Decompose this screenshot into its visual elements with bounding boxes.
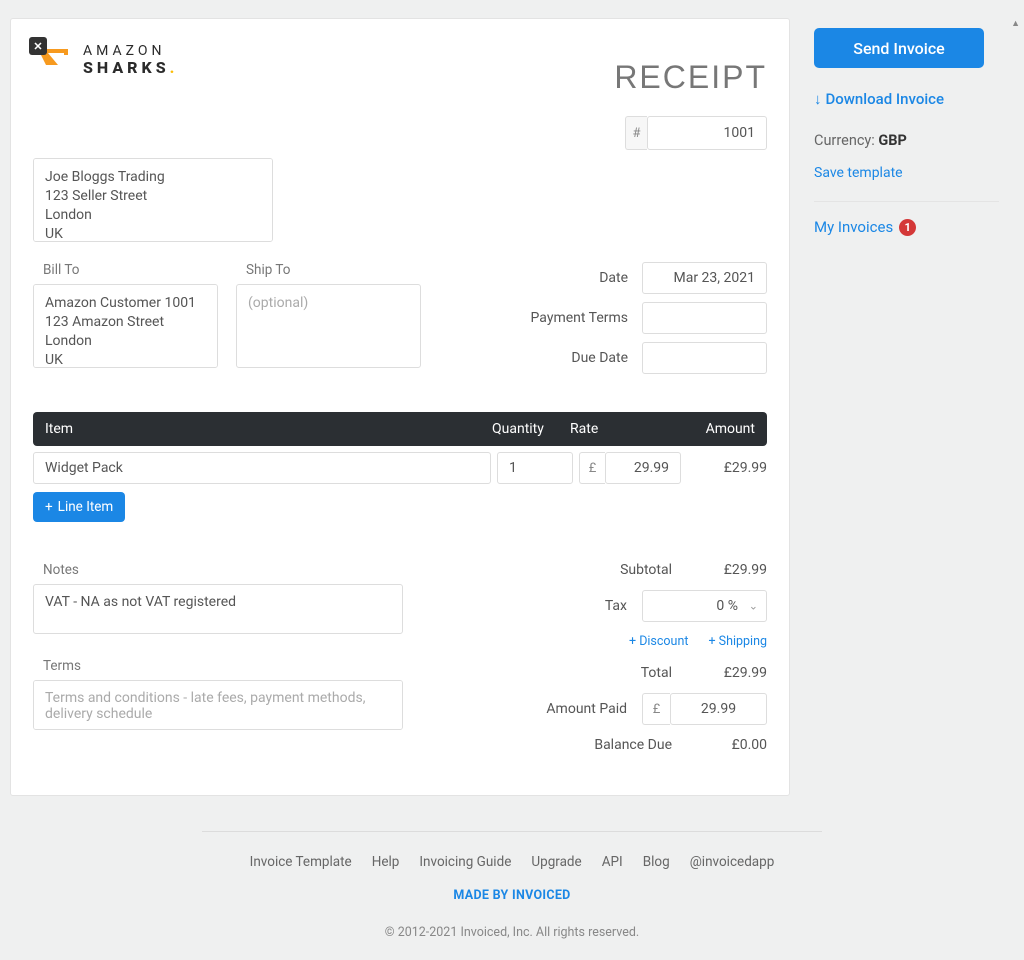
total-label: Total bbox=[467, 665, 672, 681]
plus-icon: + bbox=[629, 634, 639, 649]
invoice-number-input[interactable] bbox=[647, 116, 767, 150]
plus-icon: + bbox=[45, 499, 53, 515]
download-icon: ↓ bbox=[814, 90, 822, 108]
paid-currency-symbol: £ bbox=[642, 693, 670, 725]
add-discount-link[interactable]: + Discount bbox=[629, 634, 688, 649]
send-invoice-button[interactable]: Send Invoice bbox=[814, 28, 984, 68]
invoice-count-badge: 1 bbox=[899, 219, 916, 236]
bill-to-input[interactable] bbox=[33, 284, 218, 368]
balance-due-label: Balance Due bbox=[467, 737, 672, 753]
add-shipping-link[interactable]: + Shipping bbox=[708, 634, 767, 649]
tax-select[interactable]: 0 % ⌄ bbox=[642, 590, 767, 622]
notes-input[interactable] bbox=[33, 584, 403, 634]
date-label: Date bbox=[599, 270, 628, 286]
footer-link[interactable]: Invoice Template bbox=[250, 854, 352, 870]
save-template-link[interactable]: Save template bbox=[814, 165, 999, 181]
divider bbox=[814, 201, 999, 202]
document-title[interactable]: RECEIPT bbox=[614, 59, 767, 96]
amount-paid-label: Amount Paid bbox=[467, 701, 627, 717]
terms-label: Terms bbox=[33, 658, 441, 674]
item-description-input[interactable] bbox=[33, 452, 491, 484]
footer-link[interactable]: API bbox=[602, 854, 623, 870]
amount-paid-input[interactable] bbox=[670, 693, 767, 725]
invoice-card: ✕ AMAZON SHARKS. RECEIPT # Bill T bbox=[10, 18, 790, 796]
remove-logo-icon[interactable]: ✕ bbox=[29, 37, 47, 55]
footer-link[interactable]: Help bbox=[372, 854, 400, 870]
rate-currency-symbol: £ bbox=[579, 452, 605, 484]
subtotal-value: £29.99 bbox=[687, 562, 767, 578]
footer: Invoice Template Help Invoicing Guide Up… bbox=[0, 831, 1024, 960]
plus-icon: + bbox=[708, 634, 718, 649]
payment-terms-input[interactable] bbox=[642, 302, 767, 334]
subtotal-label: Subtotal bbox=[467, 562, 672, 578]
add-line-item-button[interactable]: + Line Item bbox=[33, 492, 125, 522]
made-by-link[interactable]: MADE BY INVOICED bbox=[0, 888, 1024, 903]
item-quantity-input[interactable] bbox=[497, 452, 573, 484]
terms-input[interactable] bbox=[33, 680, 403, 730]
footer-link[interactable]: Upgrade bbox=[531, 854, 581, 870]
balance-due-value: £0.00 bbox=[687, 737, 767, 753]
item-amount: £29.99 bbox=[689, 452, 767, 484]
due-date-label: Due Date bbox=[571, 350, 628, 366]
chevron-down-icon: ⌄ bbox=[749, 600, 758, 613]
footer-links: Invoice Template Help Invoicing Guide Up… bbox=[0, 854, 1024, 870]
logo[interactable]: ✕ AMAZON SHARKS. bbox=[33, 41, 178, 79]
copyright: © 2012-2021 Invoiced, Inc. All rights re… bbox=[0, 925, 1024, 940]
my-invoices-link[interactable]: My Invoices 1 bbox=[814, 218, 999, 236]
download-invoice-link[interactable]: ↓ Download Invoice bbox=[814, 90, 999, 108]
currency-row[interactable]: Currency: GBP bbox=[814, 132, 999, 149]
item-rate-input[interactable] bbox=[605, 452, 681, 484]
ship-to-input[interactable] bbox=[236, 284, 421, 368]
total-value: £29.99 bbox=[687, 665, 767, 681]
ship-to-label: Ship To bbox=[236, 262, 421, 278]
footer-link[interactable]: Blog bbox=[643, 854, 670, 870]
from-address-input[interactable] bbox=[33, 158, 273, 242]
payment-terms-label: Payment Terms bbox=[531, 310, 628, 326]
footer-link[interactable]: Invoicing Guide bbox=[419, 854, 511, 870]
line-item-row: £ £29.99 bbox=[33, 452, 767, 484]
sidebar: Send Invoice ↓ Download Invoice Currency… bbox=[814, 18, 999, 796]
date-input[interactable] bbox=[642, 262, 767, 294]
tax-label: Tax bbox=[467, 598, 627, 614]
number-hash-icon: # bbox=[625, 116, 647, 150]
scroll-up-caret: ▲ bbox=[1011, 18, 1020, 29]
due-date-input[interactable] bbox=[642, 342, 767, 374]
bill-to-label: Bill To bbox=[33, 262, 218, 278]
footer-link[interactable]: @invoicedapp bbox=[690, 854, 775, 870]
items-table-header: Item Quantity Rate Amount bbox=[33, 412, 767, 446]
notes-label: Notes bbox=[33, 562, 441, 578]
logo-text: AMAZON SHARKS. bbox=[83, 44, 178, 76]
